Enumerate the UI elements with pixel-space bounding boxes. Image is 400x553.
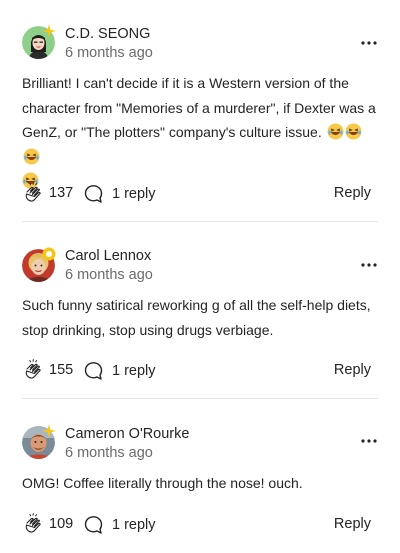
replies-count-link[interactable]: 1 reply [112,363,156,379]
more-horizontal-icon[interactable] [360,256,378,274]
comment-actions: 109 1 reply Reply [22,512,378,538]
replies-count-link[interactable]: 1 reply [112,186,156,202]
comment-actions: 155 1 reply Reply [22,358,378,384]
clap-count: 109 [49,516,74,532]
comment-body: OMG! Coffee literally through the nose! … [22,475,303,491]
comment-card: C.D. SEONG 6 months ago Brilliant! I can… [0,0,400,222]
comment-card: Cameron O'Rourke 6 months ago OMG! Coffe… [0,399,400,553]
replies-count-link[interactable]: 1 reply [112,517,156,533]
comment-timestamp[interactable]: 6 months ago [65,44,153,62]
speech-bubble-icon[interactable] [82,182,106,206]
clap-count: 155 [49,362,74,378]
author-name[interactable]: Carol Lennox [65,247,151,265]
reply-button[interactable]: Reply [334,516,371,532]
laughing-emoji-icon [23,148,40,164]
clap-icon[interactable] [22,512,46,536]
comment-timestamp[interactable]: 6 months ago [65,266,153,284]
reply-button[interactable]: Reply [334,185,371,201]
comment-timestamp[interactable]: 6 months ago [65,444,153,462]
clap-icon[interactable] [22,181,46,205]
more-horizontal-icon[interactable] [360,34,378,52]
clap-count: 137 [49,185,74,201]
speech-bubble-icon[interactable] [82,513,106,537]
comment-body: Brilliant! I can't decide if it is a Wes… [22,71,378,194]
verified-badge-icon [42,247,56,261]
sparkle-badge-icon [42,424,56,438]
laughing-emoji-icon [327,123,344,140]
laughing-emoji-icon [345,123,362,140]
clap-icon[interactable] [22,358,46,382]
speech-bubble-icon[interactable] [82,359,106,383]
author-name[interactable]: Cameron O'Rourke [65,425,189,443]
sparkle-badge-icon [42,24,56,38]
reply-button[interactable]: Reply [334,362,371,378]
comment-text: Brilliant! I can't decide if it is a Wes… [22,75,376,140]
comment-card: Carol Lennox 6 months ago Such funny sat… [0,222,400,399]
comment-body: Such funny satirical reworking g of all … [22,297,371,338]
more-horizontal-icon[interactable] [360,432,378,450]
author-name[interactable]: C.D. SEONG [65,25,150,43]
comment-actions: 137 1 reply Reply [22,181,378,207]
